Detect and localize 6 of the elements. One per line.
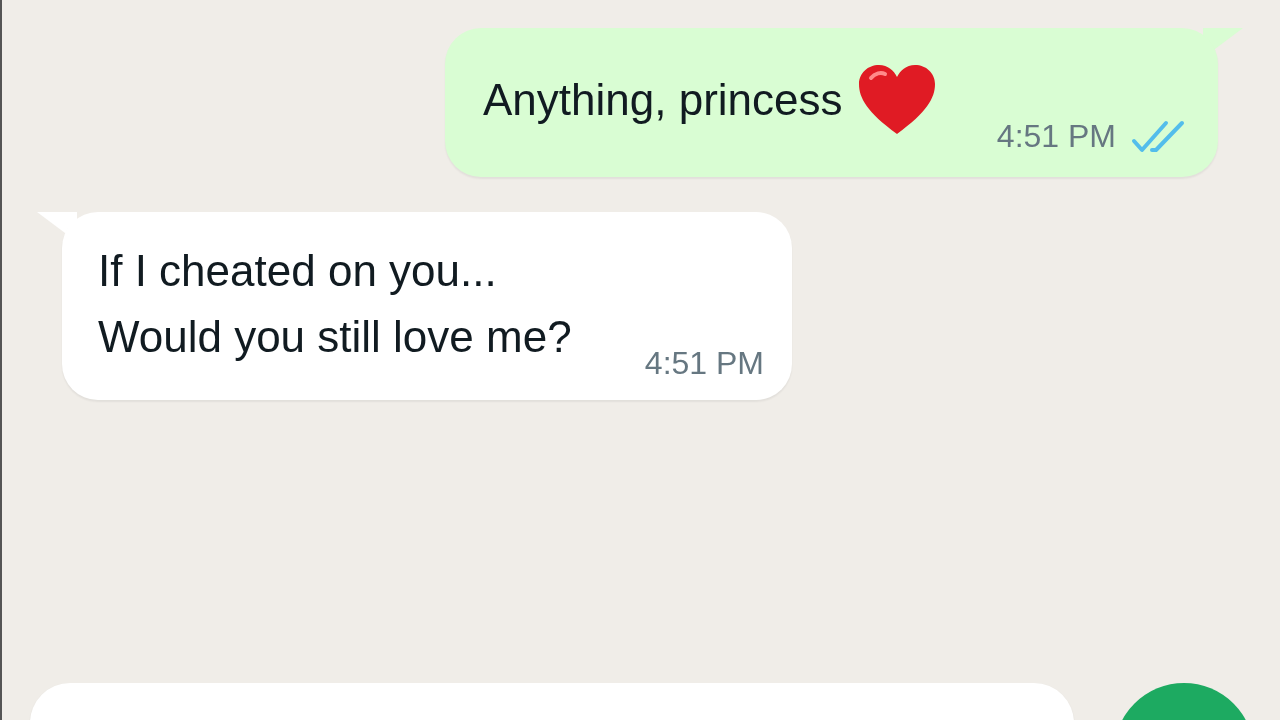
message-time: 4:51 PM — [996, 118, 1116, 155]
heart-icon — [856, 64, 937, 136]
message-text: If I cheated on you... — [98, 245, 497, 297]
message-text: Would you still love me? — [98, 311, 572, 363]
message-time: 4:51 PM — [644, 345, 764, 382]
message-text: Anything, princess — [483, 74, 843, 126]
